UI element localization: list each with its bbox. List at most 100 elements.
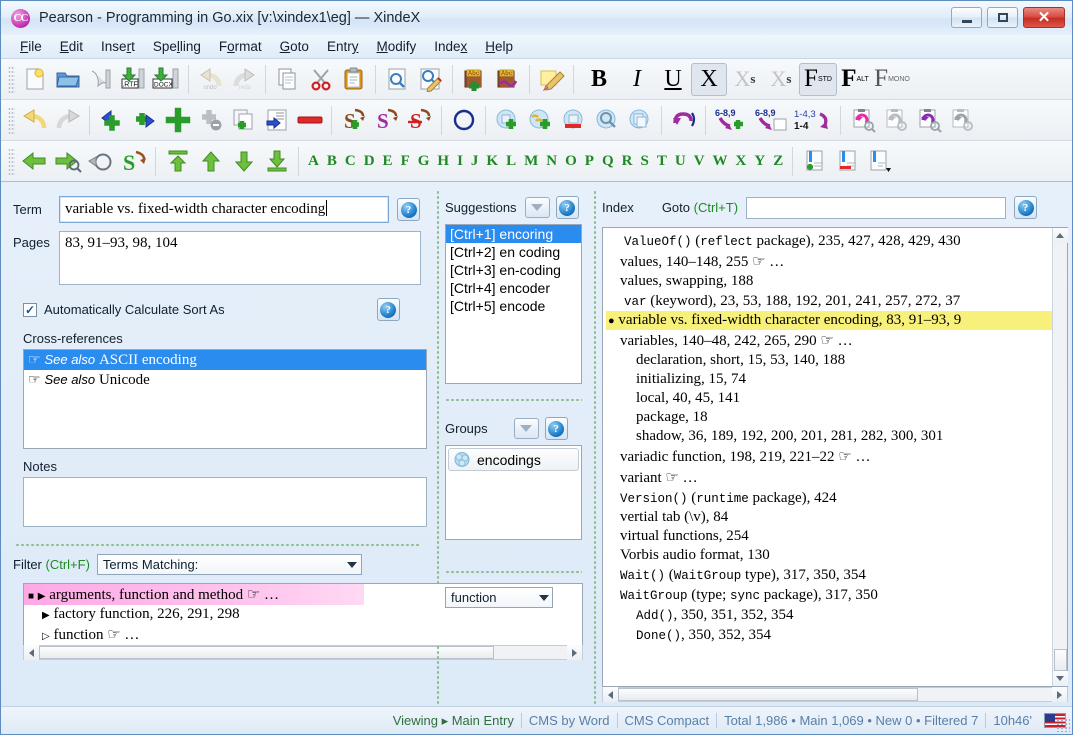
menu-edit[interactable]: Edit [51,39,92,54]
menu-modify[interactable]: Modify [367,39,425,54]
add-entry-icon[interactable] [161,104,194,137]
suggestion-item[interactable]: [Ctrl+4] encoder [446,279,581,297]
circle-icon[interactable] [447,104,480,137]
font-mono-button[interactable]: F MONO [873,63,911,96]
font-std-button[interactable]: F STD [799,62,837,96]
link-group-icon[interactable] [524,104,557,137]
alpha-I[interactable]: I [453,153,467,169]
status-format-style[interactable]: CMS Compact [616,713,717,728]
alpha-B[interactable]: B [323,153,341,169]
status-sort-style[interactable]: CMS by Word [520,713,617,728]
export-docx-icon[interactable]: .DOCX [150,63,183,96]
index-entry[interactable]: Add(), 350, 351, 352, 354 [606,605,1052,625]
filter-row-arrow[interactable]: ▶ [42,610,50,621]
groups-dropdown-button[interactable] [513,418,539,439]
index-entry[interactable]: variadic function, 198, 219, 221–22 ☞ … [606,446,1052,467]
preview-icon[interactable] [381,63,414,96]
alpha-O[interactable]: O [561,153,581,169]
suggestion-item[interactable]: [Ctrl+1] encoring [446,225,581,243]
menu-entry[interactable]: Entry [318,39,368,54]
index-entry[interactable]: declaration, short, 15, 53, 140, 188 [606,351,1052,370]
refresh-dark-icon[interactable] [945,104,978,137]
minimize-button[interactable] [951,7,982,28]
alpha-M[interactable]: M [520,153,542,169]
suggestion-item[interactable]: [Ctrl+3] en-coding [446,261,581,279]
alpha-S[interactable]: S [636,153,652,169]
add-bookmark-icon[interactable] [798,145,831,178]
duplicate-entry-icon[interactable] [227,104,260,137]
close-button[interactable]: ✕ [1023,7,1065,28]
remove-dup-icon[interactable] [194,104,227,137]
move-bottom-icon[interactable] [260,145,293,178]
index-entry[interactable]: vertial tab (\v), 84 [606,508,1052,527]
hscroll-thumb[interactable] [618,688,918,701]
alpha-Z[interactable]: Z [769,153,787,169]
index-entry[interactable]: initializing, 15, 74 [606,370,1052,389]
alpha-D[interactable]: D [360,153,379,169]
suggestion-item[interactable]: [Ctrl+2] en coding [446,243,581,261]
alpha-W[interactable]: W [709,153,732,169]
index-entry[interactable]: values, 140–148, 255 ☞ … [606,251,1052,272]
alpha-N[interactable]: N [542,153,561,169]
renumber-icon[interactable]: 1-4,3 1-4 [791,104,835,137]
goto-input[interactable] [746,196,1007,219]
auto-sort-help-button[interactable]: ? [376,298,400,321]
index-entry[interactable]: WaitGroup (type; sync package), 317, 350 [606,585,1052,605]
add-dictionary-icon[interactable]: Abc [458,63,491,96]
index-entry[interactable]: Done(), 350, 352, 354 [606,625,1052,645]
status-view-mode[interactable]: Viewing ▸ Main Entry [386,713,521,729]
remove-group-icon[interactable] [557,104,590,137]
undo-circle-icon[interactable] [84,145,117,178]
bold-button[interactable]: B [579,63,619,96]
alpha-U[interactable]: U [671,153,690,169]
alpha-K[interactable]: K [482,153,502,169]
groups-icon[interactable] [623,104,656,137]
resize-grip[interactable] [1056,718,1070,732]
scroll-right-button[interactable] [1052,687,1067,702]
suggestions-help-button[interactable]: ? [555,196,579,219]
suggestions-list[interactable]: [Ctrl+1] encoring [Ctrl+2] en coding [Ct… [445,224,582,384]
alpha-F[interactable]: F [397,153,414,169]
forward-search-icon[interactable] [51,145,84,178]
index-help-button[interactable]: ? [1014,196,1038,219]
auto-sort-checkbox[interactable]: ✓ [23,302,37,317]
groups-help-button[interactable]: ? [544,417,568,440]
delete-crossref-icon[interactable]: S [403,104,436,137]
toolbar-grip[interactable] [8,65,15,93]
index-entry[interactable]: Version() (runtime package), 424 [606,488,1052,508]
notes-input[interactable] [23,477,427,527]
add-crossref-icon[interactable]: S [337,104,370,137]
index-hscrollbar[interactable] [602,687,1068,702]
filter-row-arrow[interactable]: ▶ [38,591,46,602]
index-entry[interactable]: variables, 140–48, 242, 265, 290 ☞ … [606,330,1052,351]
refresh-purple-icon[interactable] [912,104,945,137]
add-group-icon[interactable] [491,104,524,137]
suggestions-dropdown-button[interactable] [524,197,550,218]
scroll-up-button[interactable] [1052,228,1068,243]
normal-x-button[interactable]: X [691,62,727,96]
index-entry[interactable]: ValueOf() (reflect package), 235, 427, 4… [606,231,1052,251]
group-item[interactable]: encodings [448,448,579,471]
index-list[interactable]: ValueOf() (reflect package), 235, 427, 4… [603,228,1052,686]
alpha-E[interactable]: E [379,153,397,169]
pagerange-doc-icon[interactable]: 6-8,9 [751,104,791,137]
add-pagerange-icon[interactable]: 6-8,9 [711,104,751,137]
alpha-V[interactable]: V [690,153,709,169]
alpha-Q[interactable]: Q [598,153,618,169]
hscroll-thumb[interactable] [39,646,494,659]
alpha-H[interactable]: H [433,153,453,169]
index-entry[interactable]: Wait() (WaitGroup type), 317, 350, 354 [606,565,1052,585]
vscroll-thumb[interactable] [1053,649,1067,671]
edit-crossref-icon[interactable]: S [370,104,403,137]
scroll-left-button[interactable] [603,687,618,702]
index-vscrollbar[interactable] [1052,228,1068,686]
alpha-C[interactable]: C [341,153,360,169]
move-up-icon[interactable] [194,145,227,178]
undo-icon[interactable]: undo [194,63,227,96]
toolbar-grip[interactable] [8,106,15,134]
filter-mode-select[interactable]: Terms Matching: [96,554,362,575]
suggestion-item[interactable]: [Ctrl+5] encode [446,297,581,315]
toolbar-grip[interactable] [8,147,15,175]
index-entry[interactable]: values, swapping, 188 [606,272,1052,291]
new-document-icon[interactable] [18,63,51,96]
